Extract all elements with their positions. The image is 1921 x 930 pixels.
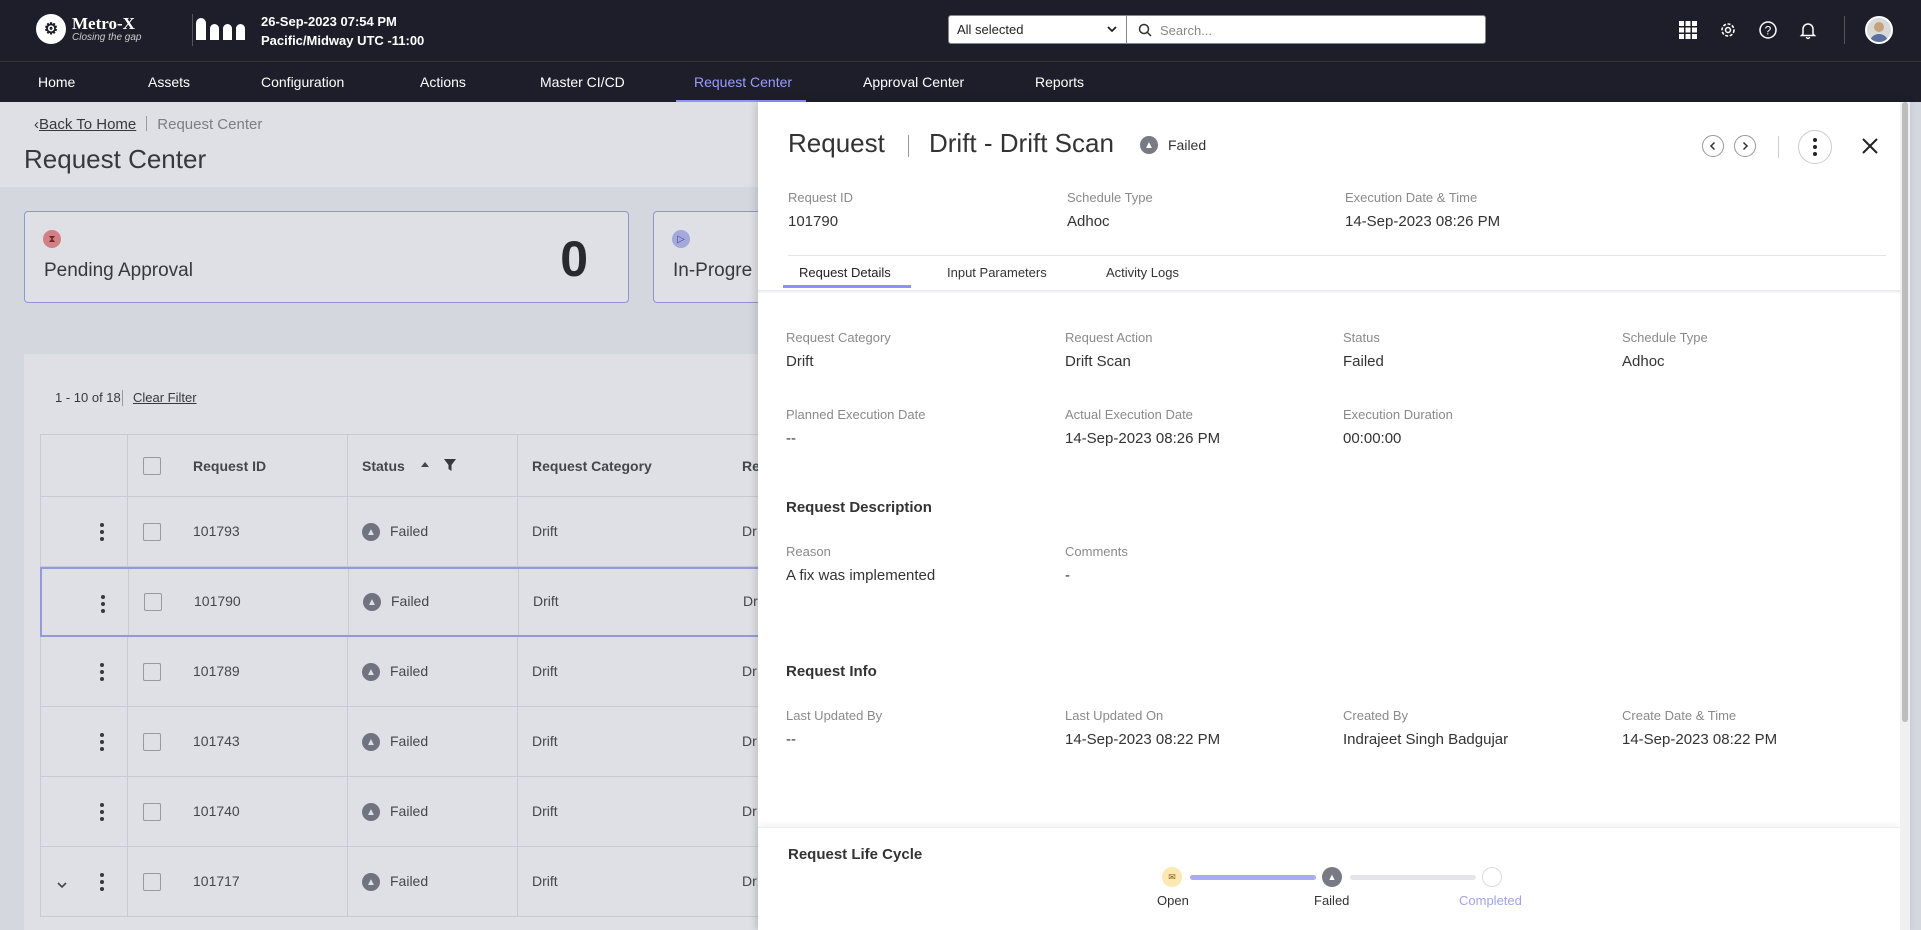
- nav-configuration[interactable]: Configuration: [261, 74, 344, 90]
- nav-master-cicd[interactable]: Master CI/CD: [540, 74, 625, 90]
- execution-datetime-label: Execution Date & Time: [1345, 190, 1478, 205]
- request-category-value: Drift: [786, 353, 814, 370]
- request-id-label: Request ID: [788, 190, 854, 205]
- actual-date-label: Actual Execution Date: [1065, 407, 1193, 422]
- nav-assets[interactable]: Assets: [148, 74, 190, 90]
- schedule-label: Schedule Type: [1622, 330, 1708, 345]
- more-options-button[interactable]: [1798, 130, 1832, 164]
- nav-request-center[interactable]: Request Center: [694, 74, 792, 90]
- lifecycle-progress-pending: [1350, 875, 1476, 880]
- brand-name: Metro-X: [72, 13, 135, 33]
- execution-datetime-value: 14-Sep-2023 08:26 PM: [1345, 213, 1501, 230]
- current-timezone: Pacific/Midway UTC -11:00: [261, 33, 425, 48]
- actual-date-value: 14-Sep-2023 08:26 PM: [1065, 430, 1221, 447]
- gear-icon[interactable]: [1716, 18, 1740, 42]
- schedule-value: Adhoc: [1622, 353, 1665, 370]
- header-divider: [1778, 136, 1779, 158]
- tabs-divider: [788, 255, 1886, 256]
- current-datetime: 26-Sep-2023 07:54 PM: [261, 14, 397, 29]
- brand-logo[interactable]: ⚙ Metro-X Closing the gap: [36, 14, 142, 44]
- next-button[interactable]: [1734, 135, 1756, 157]
- create-datetime-value: 14-Sep-2023 08:22 PM: [1622, 731, 1778, 748]
- panel-scrollbar[interactable]: [1900, 102, 1910, 930]
- planned-date-label: Planned Execution Date: [786, 407, 926, 422]
- status-value: Failed: [1343, 353, 1384, 370]
- tab-activity-logs[interactable]: Activity Logs: [1106, 265, 1179, 280]
- gear-logo-icon: ⚙: [36, 14, 66, 44]
- lifecycle-progress-done: [1190, 875, 1316, 880]
- duration-label: Execution Duration: [1343, 407, 1453, 422]
- tabs-shadow: [758, 290, 1900, 294]
- warning-icon: ▲: [1322, 867, 1342, 887]
- comments-value: -: [1065, 567, 1070, 584]
- last-updated-on-label: Last Updated On: [1065, 708, 1164, 723]
- close-icon[interactable]: [1860, 136, 1880, 156]
- tab-request-details[interactable]: Request Details: [799, 265, 891, 280]
- request-info-title: Request Info: [786, 663, 877, 680]
- lifecycle-step-open: Open: [1157, 893, 1189, 908]
- request-description-title: Request Description: [786, 499, 932, 516]
- reason-value: A fix was implemented: [786, 567, 936, 584]
- created-by-value: Indrajeet Singh Badgujar: [1343, 731, 1509, 748]
- help-icon[interactable]: ?: [1756, 18, 1780, 42]
- toolbar-divider: [1844, 16, 1845, 44]
- create-datetime-label: Create Date & Time: [1622, 708, 1737, 723]
- search-box: [1126, 15, 1486, 44]
- last-updated-by-value: --: [786, 731, 796, 748]
- apps-grid-icon[interactable]: [1676, 18, 1700, 42]
- lifecycle-title: Request Life Cycle: [788, 846, 923, 863]
- lifecycle-step-completed: Completed: [1459, 893, 1522, 908]
- request-detail-panel: Request Drift - Drift Scan ▲ Failed Requ…: [758, 102, 1910, 930]
- planned-date-value: --: [786, 430, 796, 447]
- last-updated-by-label: Last Updated By: [786, 708, 883, 723]
- nav-reports[interactable]: Reports: [1035, 74, 1084, 90]
- top-bar: ⚙ Metro-X Closing the gap 26-Sep-2023 07…: [0, 0, 1921, 61]
- clock-display: 26-Sep-2023 07:54 PM Pacific/Midway UTC …: [261, 12, 424, 50]
- request-id-value: 101790: [788, 213, 839, 230]
- tab-input-parameters[interactable]: Input Parameters: [947, 265, 1047, 280]
- status-badge-text: Failed: [1168, 137, 1207, 153]
- schedule-type-value: Adhoc: [1067, 213, 1110, 230]
- duration-value: 00:00:00: [1343, 430, 1402, 447]
- status-badge: ▲ Failed: [1140, 136, 1206, 154]
- empty-circle-icon: [1482, 867, 1502, 887]
- avatar[interactable]: [1865, 16, 1893, 44]
- inbox-icon: ✉: [1162, 867, 1182, 887]
- previous-button[interactable]: [1702, 135, 1724, 157]
- reason-label: Reason: [786, 544, 831, 559]
- search-icon: [1137, 22, 1153, 38]
- request-category-label: Request Category: [786, 330, 891, 345]
- nav-home[interactable]: Home: [38, 74, 75, 90]
- created-by-label: Created By: [1343, 708, 1409, 723]
- scrollbar-thumb[interactable]: [1902, 102, 1908, 722]
- company-logo: [192, 18, 248, 40]
- warning-icon: ▲: [1140, 136, 1158, 154]
- last-updated-on-value: 14-Sep-2023 08:22 PM: [1065, 731, 1221, 748]
- chevron-right-icon: [1742, 141, 1749, 151]
- chevron-down-icon: [1106, 23, 1118, 38]
- nav-approval-center[interactable]: Approval Center: [863, 74, 964, 90]
- request-action-value: Drift Scan: [1065, 353, 1131, 370]
- panel-title: Request: [788, 128, 885, 158]
- title-divider: [908, 135, 909, 157]
- svg-text:?: ?: [1765, 24, 1772, 38]
- comments-label: Comments: [1065, 544, 1128, 559]
- brand-tagline: Closing the gap: [72, 31, 142, 43]
- schedule-type-label: Schedule Type: [1067, 190, 1153, 205]
- nav-actions[interactable]: Actions: [420, 74, 466, 90]
- search-scope-select[interactable]: All selected: [948, 15, 1127, 44]
- lifecycle-step-failed: Failed: [1314, 893, 1350, 908]
- request-lifecycle: Request Life Cycle ✉ ▲ Open Failed Compl…: [758, 827, 1900, 930]
- main-nav: Home Assets Configuration Actions Master…: [0, 61, 1921, 103]
- status-label: Status: [1343, 330, 1380, 345]
- bell-icon[interactable]: [1796, 18, 1820, 42]
- request-name: Drift - Drift Scan: [929, 128, 1114, 158]
- tab-active-indicator: [783, 285, 911, 288]
- chevron-left-icon: [1709, 141, 1716, 151]
- search-input[interactable]: [1160, 21, 1470, 39]
- request-action-label: Request Action: [1065, 330, 1153, 345]
- search-scope-value: All selected: [957, 22, 1024, 37]
